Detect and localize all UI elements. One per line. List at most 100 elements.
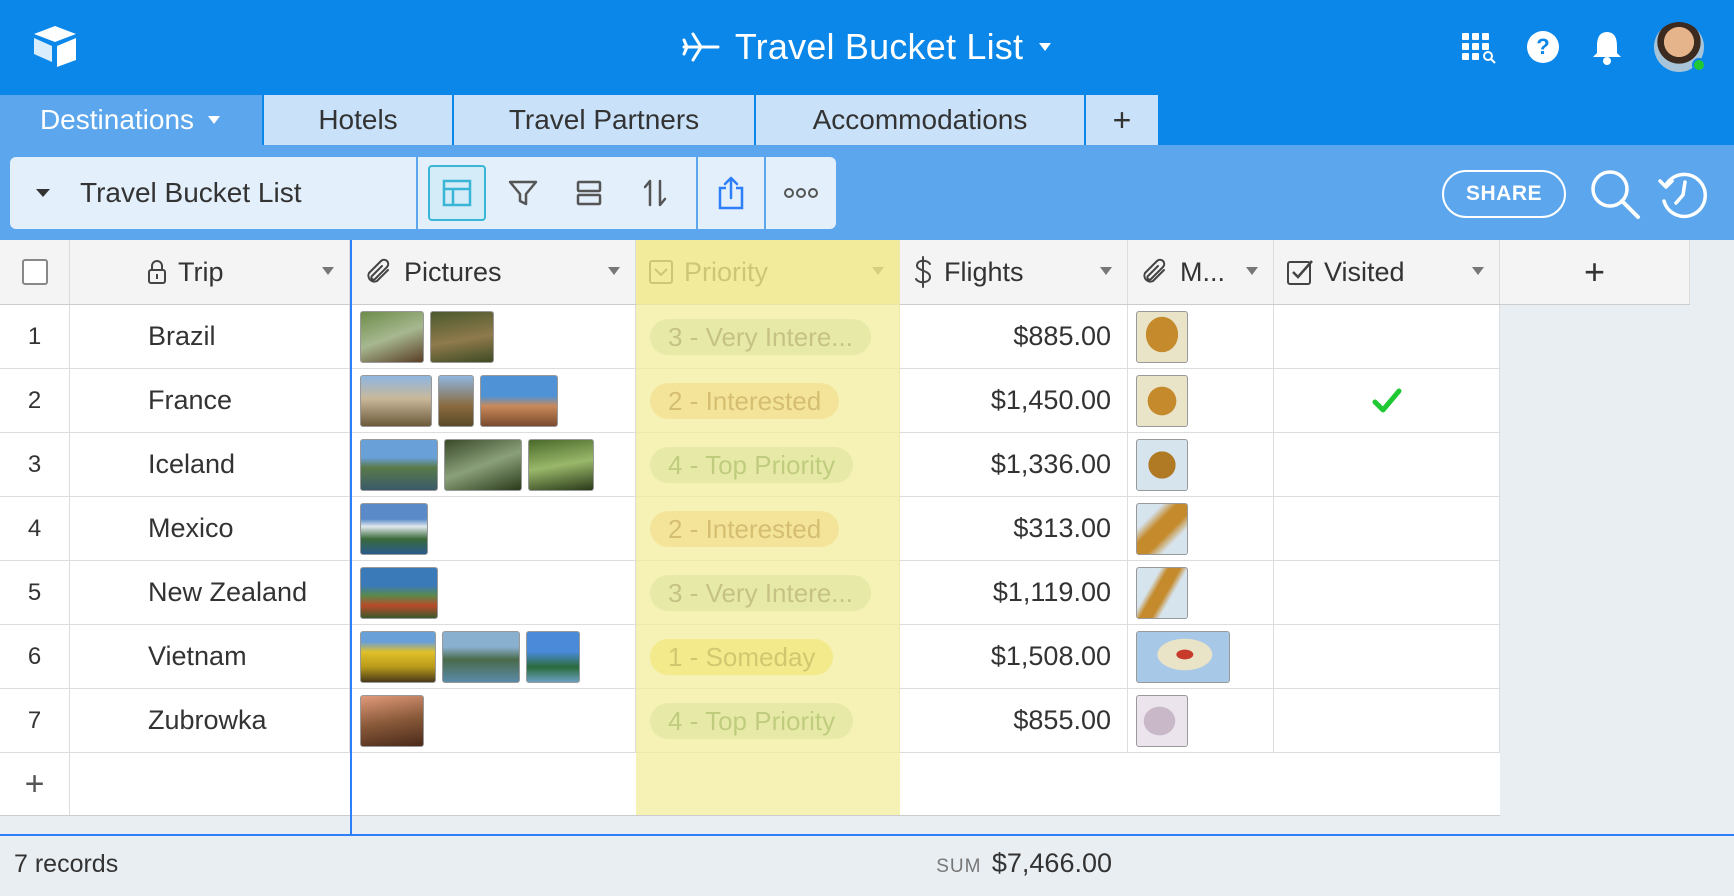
tab-destinations[interactable]: Destinations: [0, 95, 262, 145]
flights-cell[interactable]: $885.00: [900, 305, 1128, 368]
view-switcher[interactable]: Travel Bucket List: [10, 157, 416, 229]
bell-icon[interactable]: [1588, 28, 1626, 66]
attachment-thumbnail[interactable]: [360, 630, 436, 683]
attachment-thumbnail[interactable]: [1136, 566, 1188, 619]
flights-summary[interactable]: SUM $7,466.00: [900, 848, 1112, 879]
export-button[interactable]: [702, 165, 760, 221]
visited-cell[interactable]: [1274, 497, 1500, 560]
priority-cell[interactable]: 3 - Very Intere...: [636, 561, 900, 624]
more-options-button[interactable]: [772, 165, 830, 221]
table-row[interactable]: 2 France 2 - Interested $1,450.00: [0, 369, 1500, 433]
map-cell[interactable]: [1128, 689, 1274, 752]
visited-cell[interactable]: [1274, 561, 1500, 624]
trip-cell[interactable]: Brazil: [70, 305, 350, 368]
add-record-button[interactable]: +: [0, 753, 70, 815]
map-cell[interactable]: [1128, 369, 1274, 432]
avatar[interactable]: [1654, 22, 1706, 72]
search-icon[interactable]: [1588, 167, 1642, 221]
add-record-row[interactable]: +: [0, 753, 1500, 816]
flights-cell[interactable]: $313.00: [900, 497, 1128, 560]
attachment-thumbnail[interactable]: [1136, 502, 1188, 555]
visited-cell[interactable]: [1274, 369, 1500, 432]
priority-cell[interactable]: 3 - Very Intere...: [636, 305, 900, 368]
chevron-down-icon[interactable]: [607, 266, 621, 276]
column-header-flights[interactable]: Flights: [900, 240, 1128, 304]
group-button[interactable]: [560, 165, 618, 221]
attachment-thumbnail[interactable]: [438, 374, 474, 427]
tab-travel-partners[interactable]: Travel Partners: [452, 95, 754, 145]
chevron-down-icon[interactable]: [1099, 266, 1113, 276]
attachment-thumbnail[interactable]: [1136, 694, 1188, 747]
column-header-trip[interactable]: Trip: [70, 240, 350, 304]
pictures-cell[interactable]: [352, 625, 636, 688]
select-all-checkbox[interactable]: [21, 259, 48, 285]
pictures-cell[interactable]: [352, 369, 636, 432]
attachment-thumbnail[interactable]: [430, 310, 494, 363]
map-cell[interactable]: [1128, 433, 1274, 496]
grid-view-button[interactable]: [428, 165, 486, 221]
tab-accommodations[interactable]: Accommodations: [754, 95, 1084, 145]
visited-cell[interactable]: [1274, 689, 1500, 752]
column-header-priority[interactable]: Priority: [636, 240, 900, 304]
flights-cell[interactable]: $1,119.00: [900, 561, 1128, 624]
chevron-down-icon[interactable]: [321, 266, 335, 276]
chevron-down-icon[interactable]: [1245, 266, 1259, 276]
pictures-cell[interactable]: [352, 497, 636, 560]
help-icon[interactable]: ?: [1524, 28, 1562, 66]
attachment-thumbnail[interactable]: [480, 374, 558, 427]
attachment-thumbnail[interactable]: [360, 374, 432, 427]
column-header-map[interactable]: M...: [1128, 240, 1274, 304]
trip-cell[interactable]: Iceland: [70, 433, 350, 496]
visited-cell[interactable]: [1274, 305, 1500, 368]
attachment-thumbnail[interactable]: [360, 310, 424, 363]
table-row[interactable]: 5 New Zealand 3 - Very Intere... $1,119.…: [0, 561, 1500, 625]
map-cell[interactable]: [1128, 305, 1274, 368]
map-cell[interactable]: [1128, 497, 1274, 560]
add-table-button[interactable]: +: [1084, 95, 1158, 145]
pictures-cell[interactable]: [352, 561, 636, 624]
chevron-down-icon[interactable]: [1471, 266, 1485, 276]
flights-cell[interactable]: $1,508.00: [900, 625, 1128, 688]
attachment-thumbnail[interactable]: [1136, 438, 1188, 491]
pictures-cell[interactable]: [352, 689, 636, 752]
visited-cell[interactable]: [1274, 625, 1500, 688]
trip-cell[interactable]: Vietnam: [70, 625, 350, 688]
trip-cell[interactable]: Mexico: [70, 497, 350, 560]
flights-cell[interactable]: $1,450.00: [900, 369, 1128, 432]
chevron-down-icon[interactable]: [871, 266, 885, 276]
filter-button[interactable]: [494, 165, 552, 221]
table-row[interactable]: 6 Vietnam 1 - Someday $1,508.00: [0, 625, 1500, 689]
attachment-thumbnail[interactable]: [1136, 310, 1188, 363]
table-row[interactable]: 7 Zubrowka 4 - Top Priority $855.00: [0, 689, 1500, 753]
attachment-thumbnail[interactable]: [444, 438, 522, 491]
table-row[interactable]: 3 Iceland 4 - Top Priority $1,336.00: [0, 433, 1500, 497]
attachment-thumbnail[interactable]: [442, 630, 520, 683]
priority-cell[interactable]: 2 - Interested: [636, 369, 900, 432]
flights-cell[interactable]: $1,336.00: [900, 433, 1128, 496]
pictures-cell[interactable]: [352, 433, 636, 496]
apps-grid-icon[interactable]: [1460, 28, 1498, 66]
pictures-cell[interactable]: [352, 305, 636, 368]
attachment-thumbnail[interactable]: [1136, 374, 1188, 427]
airtable-logo-icon[interactable]: [30, 24, 80, 68]
attachment-thumbnail[interactable]: [360, 566, 438, 619]
flights-cell[interactable]: $855.00: [900, 689, 1128, 752]
trip-cell[interactable]: Zubrowka: [70, 689, 350, 752]
visited-cell[interactable]: [1274, 433, 1500, 496]
column-header-visited[interactable]: Visited: [1274, 240, 1500, 304]
attachment-thumbnail[interactable]: [360, 438, 438, 491]
share-button[interactable]: SHARE: [1442, 170, 1566, 218]
map-cell[interactable]: [1128, 625, 1274, 688]
sort-button[interactable]: [626, 165, 684, 221]
trip-cell[interactable]: France: [70, 369, 350, 432]
tab-hotels[interactable]: Hotels: [262, 95, 452, 145]
priority-cell[interactable]: 4 - Top Priority: [636, 433, 900, 496]
attachment-thumbnail[interactable]: [526, 630, 580, 683]
attachment-thumbnail[interactable]: [528, 438, 594, 491]
attachment-thumbnail[interactable]: [360, 694, 424, 747]
map-cell[interactable]: [1128, 561, 1274, 624]
priority-cell[interactable]: 2 - Interested: [636, 497, 900, 560]
base-title-button[interactable]: Travel Bucket List: [681, 26, 1053, 68]
trip-cell[interactable]: New Zealand: [70, 561, 350, 624]
table-row[interactable]: 1 Brazil 3 - Very Intere... $885.00: [0, 305, 1500, 369]
